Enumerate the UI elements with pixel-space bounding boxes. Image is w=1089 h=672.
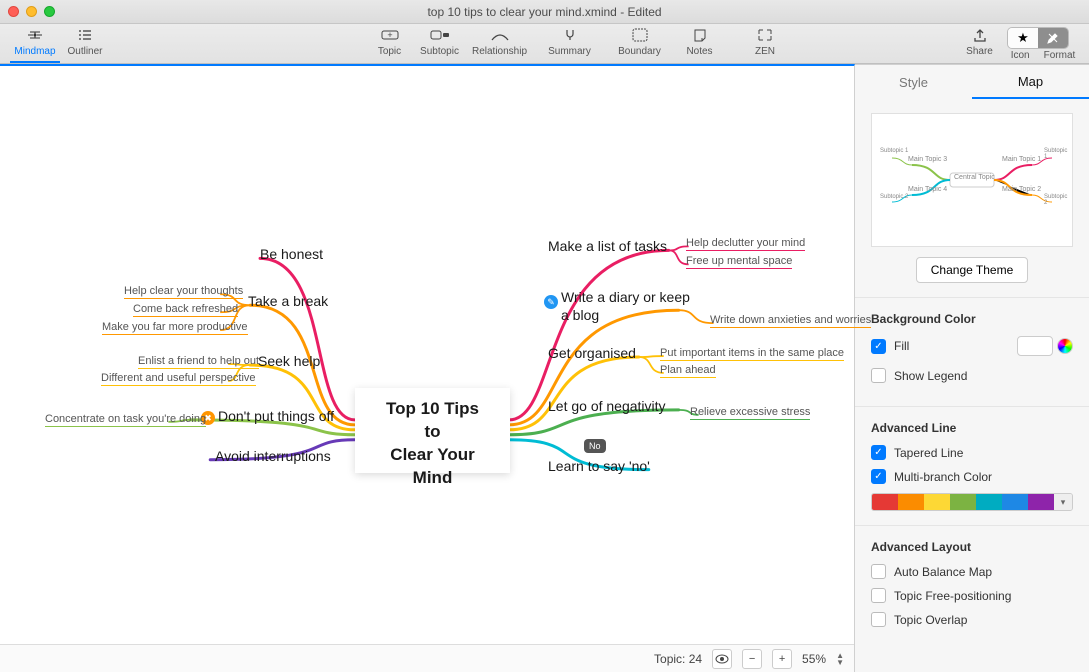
adv-line-header: Advanced Line bbox=[871, 421, 1073, 435]
branch-seek-help[interactable]: Seek help bbox=[258, 353, 320, 369]
summary-icon bbox=[561, 25, 579, 45]
sub-relieve-stress[interactable]: Relieve excessive stress bbox=[690, 406, 810, 420]
auto-balance-label: Auto Balance Map bbox=[894, 565, 992, 579]
zoom-stepper[interactable]: ▲▼ bbox=[836, 652, 844, 666]
icon-tab-button[interactable]: ★ bbox=[1008, 28, 1038, 48]
toolbar: Mindmap Outliner + Topic Subtopic Relati… bbox=[0, 24, 1089, 64]
branch-get-organised[interactable]: Get organised bbox=[548, 345, 636, 361]
adv-layout-header: Advanced Layout bbox=[871, 540, 1073, 554]
show-legend-checkbox[interactable] bbox=[871, 368, 886, 383]
zoom-level: 55% bbox=[802, 652, 826, 666]
panel-tab-style[interactable]: Style bbox=[855, 65, 972, 99]
format-tab-button[interactable] bbox=[1038, 28, 1068, 48]
auto-balance-checkbox[interactable] bbox=[871, 564, 886, 579]
sub-free-mental[interactable]: Free up mental space bbox=[686, 255, 792, 269]
subtopic-icon bbox=[430, 25, 450, 45]
multi-branch-label: Multi-branch Color bbox=[894, 470, 992, 484]
free-positioning-checkbox[interactable] bbox=[871, 588, 886, 603]
topic-icon: + bbox=[381, 25, 399, 45]
view-outliner-label: Outliner bbox=[67, 46, 102, 57]
boundary-button[interactable]: Boundary bbox=[605, 25, 675, 63]
zoom-out-button[interactable]: − bbox=[742, 649, 762, 669]
notes-button[interactable]: Notes bbox=[675, 25, 725, 63]
sub-important-items[interactable]: Put important items in the same place bbox=[660, 347, 844, 361]
svg-text:+: + bbox=[387, 30, 392, 40]
zoom-in-button[interactable]: + bbox=[772, 649, 792, 669]
change-theme-button[interactable]: Change Theme bbox=[916, 257, 1029, 283]
summary-button[interactable]: Summary bbox=[535, 25, 605, 63]
zen-button[interactable]: ZEN bbox=[740, 25, 790, 63]
subtopic-button[interactable]: Subtopic bbox=[415, 25, 465, 63]
window-titlebar: top 10 tips to clear your mind.xmind - E… bbox=[0, 0, 1089, 24]
color-picker-button[interactable] bbox=[1057, 338, 1073, 354]
sub-concentrate-task[interactable]: Concentrate on task you're doing bbox=[45, 413, 206, 427]
visibility-toggle[interactable] bbox=[712, 649, 732, 669]
sub-more-productive[interactable]: Make you far more productive bbox=[102, 321, 248, 335]
fill-label: Fill bbox=[894, 339, 909, 353]
topic-count: Topic: 24 bbox=[654, 652, 702, 666]
branch-avoid-interruptions[interactable]: Avoid interruptions bbox=[215, 448, 331, 464]
inspector-panel: Style Map Central Topic Main Topic 3 bbox=[855, 64, 1089, 672]
sub-enlist-friend[interactable]: Enlist a friend to help out bbox=[138, 355, 259, 369]
notes-icon bbox=[693, 25, 707, 45]
branch-make-list[interactable]: Make a list of tasks bbox=[548, 238, 667, 254]
view-mindmap-label: Mindmap bbox=[14, 46, 55, 57]
zen-icon bbox=[757, 25, 773, 45]
branch-wires bbox=[0, 66, 854, 672]
fill-color-swatch[interactable] bbox=[1017, 336, 1053, 356]
format-tab-label: Format bbox=[1044, 50, 1076, 61]
sub-help-clear-thoughts[interactable]: Help clear your thoughts bbox=[124, 285, 243, 299]
icon-tab-label: Icon bbox=[1011, 50, 1030, 61]
sub-plan-ahead[interactable]: Plan ahead bbox=[660, 364, 716, 378]
tapered-line-label: Tapered Line bbox=[894, 446, 963, 460]
branch-write-diary[interactable]: Write a diary or keep a blog bbox=[561, 288, 690, 324]
sub-write-anxieties[interactable]: Write down anxieties and worries bbox=[710, 314, 871, 328]
tapered-line-checkbox[interactable] bbox=[871, 445, 886, 460]
theme-preview: Central Topic Main Topic 3 Main Topic 4 … bbox=[871, 113, 1073, 247]
fill-checkbox[interactable] bbox=[871, 339, 886, 354]
central-topic[interactable]: Top 10 Tips to Clear Your Mind bbox=[355, 388, 510, 473]
boundary-icon bbox=[632, 25, 648, 45]
branch-say-no[interactable]: Learn to say 'no' bbox=[548, 458, 650, 474]
inspector-segmented[interactable]: ★ bbox=[1007, 27, 1069, 49]
sub-useful-perspective[interactable]: Different and useful perspective bbox=[101, 372, 256, 386]
bg-color-header: Background Color bbox=[871, 312, 1073, 326]
topic-button[interactable]: + Topic bbox=[365, 25, 415, 63]
sub-come-back-refreshed[interactable]: Come back refreshed bbox=[133, 303, 238, 317]
topic-overlap-checkbox[interactable] bbox=[871, 612, 886, 627]
canvas-footer: Topic: 24 − + 55% ▲▼ bbox=[0, 644, 854, 672]
no-tag[interactable]: No bbox=[584, 439, 606, 453]
chevron-down-icon: ▾ bbox=[1054, 494, 1072, 510]
view-mindmap-button[interactable]: Mindmap bbox=[10, 25, 60, 63]
view-outliner-button[interactable]: Outliner bbox=[60, 25, 110, 63]
topic-overlap-label: Topic Overlap bbox=[894, 613, 967, 627]
free-positioning-label: Topic Free-positioning bbox=[894, 589, 1011, 603]
branch-dont-put-off[interactable]: Don't put things off bbox=[218, 408, 334, 424]
branch-be-honest[interactable]: Be honest bbox=[260, 246, 323, 262]
show-legend-label: Show Legend bbox=[894, 369, 967, 383]
outliner-icon bbox=[77, 25, 93, 45]
marker-diary[interactable]: ✎ bbox=[544, 295, 558, 309]
branch-take-a-break[interactable]: Take a break bbox=[248, 293, 328, 309]
panel-tab-map[interactable]: Map bbox=[972, 65, 1089, 99]
relationship-icon bbox=[490, 25, 510, 45]
mindmap-canvas[interactable]: Top 10 Tips to Clear Your Mind Be honest… bbox=[0, 64, 855, 672]
branch-color-dropdown[interactable]: ▾ bbox=[871, 493, 1073, 511]
mindmap-icon bbox=[26, 25, 44, 45]
relationship-button[interactable]: Relationship bbox=[465, 25, 535, 63]
multi-branch-checkbox[interactable] bbox=[871, 469, 886, 484]
view-switcher: Mindmap Outliner bbox=[10, 25, 110, 63]
window-title: top 10 tips to clear your mind.xmind - E… bbox=[0, 5, 1089, 19]
branch-negativity[interactable]: Let go of negativity bbox=[548, 398, 666, 414]
share-button[interactable]: Share bbox=[952, 25, 1007, 63]
share-icon bbox=[973, 25, 987, 45]
sub-declutter[interactable]: Help declutter your mind bbox=[686, 237, 805, 251]
